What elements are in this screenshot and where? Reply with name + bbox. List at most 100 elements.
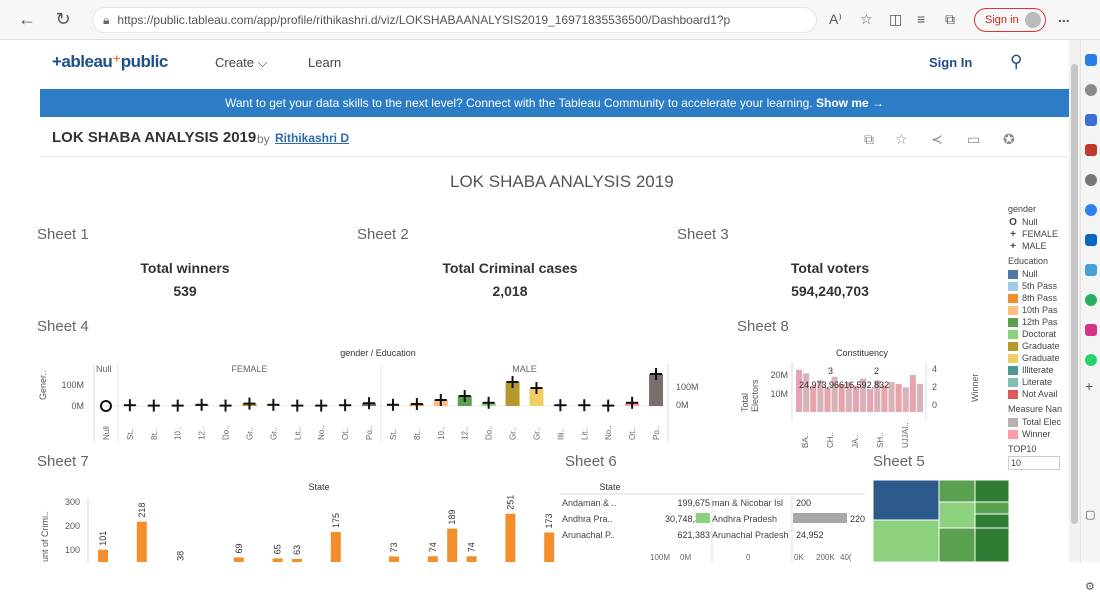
treemap-cell [975, 480, 1009, 502]
person-icon[interactable] [1085, 174, 1097, 186]
comment-icon[interactable]: ▭ [967, 131, 980, 148]
sheet8-chart[interactable]: ConstituencyTotalElectors20M10M420Winner… [736, 342, 986, 450]
read-aloud-icon[interactable]: A⁾ [829, 11, 842, 28]
favorites-list-icon[interactable]: ≡ [917, 11, 925, 27]
axis-tick: 40( [840, 553, 852, 562]
x-tick-label: St.. [126, 428, 135, 440]
outlook-icon[interactable] [1085, 234, 1097, 246]
more-options-icon[interactable]: ... [1058, 9, 1070, 25]
y-tick-right: 100M [676, 382, 699, 392]
collections-icon[interactable]: ⧉ [945, 11, 955, 28]
legend-education-item[interactable]: Illiterate [1008, 364, 1068, 376]
sidebar-app-icon[interactable] [1085, 294, 1097, 306]
legend-label: 12th Pas [1022, 317, 1058, 327]
state-cell: Andaman & .. [562, 498, 617, 508]
browser-signin-button[interactable]: Sign in [974, 8, 1046, 32]
signin-link[interactable]: Sign In [929, 55, 972, 70]
treemap-cell [873, 520, 939, 562]
sidebar-app-icon[interactable] [1085, 54, 1097, 66]
bar [428, 556, 438, 562]
x-tick-label: Gr.. [245, 427, 254, 440]
community-banner[interactable]: Want to get your data skills to the next… [40, 89, 1069, 117]
legend-gender-item[interactable]: +FEMALE [1008, 228, 1068, 240]
nav-create[interactable]: Create ⌵ [215, 55, 268, 71]
bar [544, 532, 554, 562]
legend-label: FEMALE [1022, 229, 1058, 239]
favorite-star-icon[interactable]: ☆ [860, 11, 873, 28]
data-label: 38 [176, 551, 186, 561]
legend-label: Not Avail [1022, 389, 1057, 399]
bar [910, 375, 916, 412]
sidebar-app-icon[interactable] [1085, 204, 1097, 216]
whatsapp-icon[interactable] [1085, 354, 1097, 366]
treemap-cell [939, 528, 975, 562]
nav-learn[interactable]: Learn [308, 55, 341, 70]
legend-education-item[interactable]: Doctorat [1008, 328, 1068, 340]
search-icon[interactable]: ⚲ [1010, 52, 1022, 72]
legend-education-item[interactable]: Not Avail [1008, 388, 1068, 400]
legend-label: Graduate [1022, 341, 1060, 351]
group-header: FEMALE [231, 364, 267, 374]
legend-education-item[interactable]: 12th Pas [1008, 316, 1068, 328]
instagram-icon[interactable] [1085, 324, 1097, 336]
reload-icon[interactable]: ↻ [48, 9, 78, 30]
legend-education-item[interactable]: 8th Pass [1008, 292, 1068, 304]
data-label: 251 [505, 495, 515, 510]
treemap-cell [939, 502, 975, 528]
x-tick-label: St.. [389, 428, 398, 440]
data-label: 173 [544, 513, 554, 528]
total-voters-label: Total voters [755, 260, 905, 276]
window-icon[interactable]: ▢ [1085, 508, 1095, 521]
address-bar[interactable]: 🔒︎ https://public.tableau.com/app/profil… [92, 7, 817, 33]
data-label: 63 [292, 545, 302, 555]
legend-gender-item[interactable]: +MALE [1008, 240, 1068, 252]
total-voters-value: 594,240,703 [755, 283, 905, 299]
legend-education-item[interactable]: 5th Pass [1008, 280, 1068, 292]
x-tick-label: Illi.. [556, 428, 565, 440]
lock-icon: 🔒︎ [103, 13, 109, 28]
search-icon[interactable] [1085, 84, 1097, 96]
legend-education-item[interactable]: Null [1008, 268, 1068, 280]
legend-gender-item[interactable]: ONull [1008, 216, 1068, 228]
settings-icon[interactable]: ⚙ [1085, 580, 1095, 593]
legend-education-item[interactable]: Graduate [1008, 352, 1068, 364]
x-tick-label: Do.. [222, 425, 231, 440]
copy-icon[interactable]: ⧉ [864, 131, 874, 148]
x-tick-label: 12.. [198, 427, 207, 440]
winner-cell: 24,952 [796, 530, 824, 540]
legend-education-item[interactable]: 10th Pas [1008, 304, 1068, 316]
y-tick: 20M [770, 370, 788, 380]
electors-cell: 621,383 [677, 530, 710, 540]
scroll-thumb[interactable] [1071, 64, 1078, 524]
sidebar-app-icon[interactable] [1085, 264, 1097, 276]
legend-swatch: + [1008, 241, 1018, 252]
show-me-link[interactable]: Show me → [816, 96, 884, 110]
top10-input[interactable]: 10 [1008, 456, 1060, 470]
x-tick-label: SH.. [876, 432, 885, 448]
criminal-cases-value: 2,018 [410, 283, 610, 299]
x-tick-label: Gr.. [269, 427, 278, 440]
legend-measure-item[interactable]: Total Elec [1008, 416, 1068, 428]
tableau-public-logo[interactable]: +ableau⁺public [52, 52, 168, 72]
sheet5-treemap[interactable] [873, 480, 1009, 562]
back-icon[interactable]: ← [12, 9, 42, 30]
author-link[interactable]: Rithikashri D [275, 131, 349, 145]
axis-tick: 0K [794, 553, 804, 562]
treemap-cell [975, 502, 1009, 514]
split-screen-icon[interactable]: ◫ [889, 11, 902, 28]
sheet4-chart[interactable]: gender / EducationGener..100M0M100M0MNul… [36, 342, 712, 450]
page-scrollbar[interactable] [1069, 40, 1080, 562]
add-icon[interactable]: + [1085, 378, 1093, 394]
shopping-icon[interactable] [1085, 144, 1097, 156]
treemap-cell [975, 514, 1009, 528]
badge-icon[interactable]: ✪ [1003, 131, 1015, 148]
legend-education-item[interactable]: Literate [1008, 376, 1068, 388]
legend-measure-title: Measure Nan [1008, 404, 1068, 414]
sheet6-table[interactable]: StateAndaman & ..199,675man & Nicobar Is… [560, 478, 865, 562]
sheet7-chart[interactable]: Stateunt of Crimi..300200100101021838696… [36, 478, 566, 562]
legend-education-item[interactable]: Graduate [1008, 340, 1068, 352]
sidebar-app-icon[interactable] [1085, 114, 1097, 126]
share-icon[interactable]: ≺ [931, 131, 943, 148]
legend-measure-item[interactable]: Winner [1008, 428, 1068, 440]
favorite-icon[interactable]: ☆ [895, 131, 908, 148]
